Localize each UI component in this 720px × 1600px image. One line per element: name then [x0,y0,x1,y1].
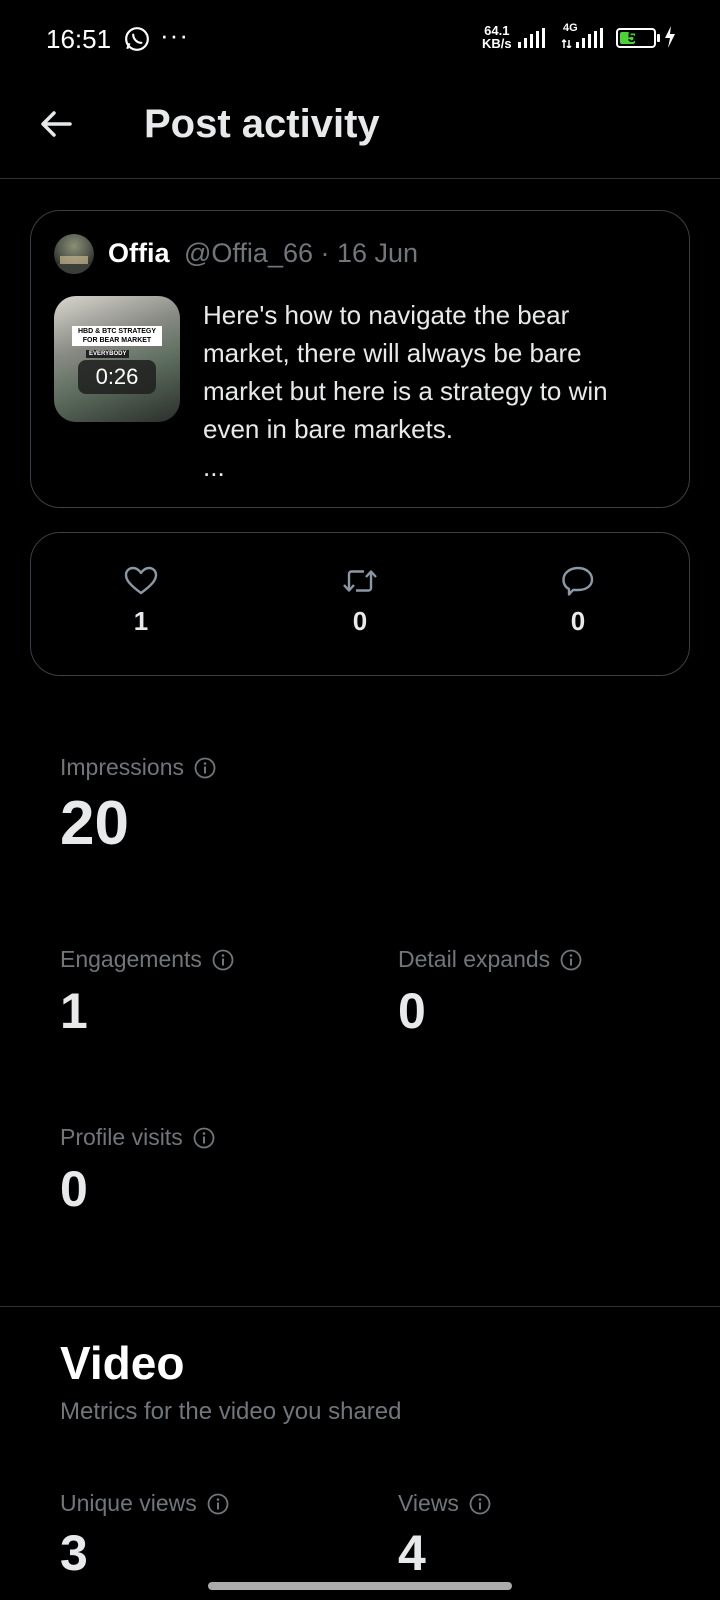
unique-views-label-row: Unique views [60,1490,229,1517]
reply-bubble-icon [562,566,594,596]
info-icon[interactable] [560,949,582,971]
impressions-label-row: Impressions [60,754,216,781]
avatar[interactable] [54,234,94,274]
engagements-label: Engagements [60,946,202,972]
section-divider [0,1306,720,1307]
network-speed: 64.1 KB/s [482,24,512,50]
home-indicator[interactable] [208,1582,512,1590]
unique-views-label: Unique views [60,1490,197,1516]
video-section-title: Video [60,1337,185,1389]
views-label-row: Views [398,1490,491,1517]
engagements-value: 1 [60,983,88,1039]
network-speed-unit: KB/s [482,36,512,51]
info-icon[interactable] [212,949,234,971]
video-thumbnail[interactable]: HBD & BTC STRATEGY FOR BEAR MARKET EVERY… [54,296,180,422]
battery-indicator: 54 [616,28,656,48]
views-value: 4 [398,1525,426,1581]
reposts-stat: 0 [320,566,400,637]
video-duration: 0:26 [78,360,156,394]
info-icon[interactable] [194,757,216,779]
avatar-image [58,256,90,274]
info-icon[interactable] [193,1127,215,1149]
info-icon[interactable] [207,1493,229,1515]
signal-icon [518,28,545,48]
whatsapp-icon [125,27,149,51]
post-text[interactable]: Here's how to navigate the bear market, … [203,296,663,448]
repost-icon [343,570,377,592]
reposts-count: 0 [352,606,368,636]
impressions-label: Impressions [60,754,184,780]
profile-visits-label: Profile visits [60,1124,183,1150]
likes-count: 1 [133,606,149,636]
thumbnail-caption: EVERYBODY [86,350,130,358]
page-title: Post activity [144,102,380,146]
detail-expands-label-row: Detail expands [398,946,582,973]
status-time: 16:51 [46,24,112,54]
author-handle-date: @Offia_66 · 16 Jun [184,238,419,268]
post-text-more: ... [203,452,225,482]
detail-expands-value: 0 [398,983,426,1039]
views-label: Views [398,1490,459,1516]
likes-stat: 1 [101,566,181,637]
battery-level-text: 54 [627,29,645,46]
signal-4g-icon [562,28,603,48]
header-divider [0,178,720,179]
profile-visits-label-row: Profile visits [60,1124,215,1151]
info-icon[interactable] [469,1493,491,1515]
replies-stat: 0 [538,566,618,637]
author-name[interactable]: Offia [108,238,170,269]
status-more-dots: ··· [160,20,189,50]
engagements-label-row: Engagements [60,946,234,973]
battery-cap [657,34,660,42]
thumbnail-banner: HBD & BTC STRATEGY FOR BEAR MARKET [72,326,162,346]
profile-visits-value: 0 [60,1161,88,1217]
detail-expands-label: Detail expands [398,946,551,972]
unique-views-value: 3 [60,1525,88,1581]
charging-bolt-icon [665,26,675,48]
impressions-value: 20 [60,789,129,858]
heart-icon [124,566,158,595]
back-arrow-icon[interactable] [36,104,76,144]
video-section-subtitle: Metrics for the video you shared [60,1398,402,1425]
replies-count: 0 [570,606,586,636]
